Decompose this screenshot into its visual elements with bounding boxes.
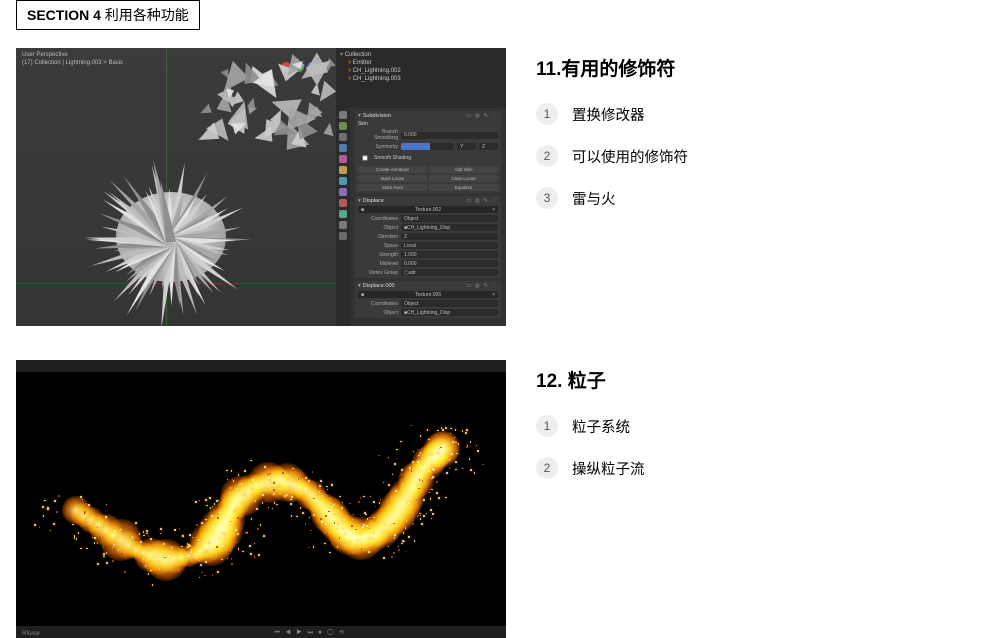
list-item: 1 置换修改器 — [536, 103, 986, 125]
list-label: 粒子系统 — [572, 416, 630, 437]
viewport: User Perspective (17) Collection | Light… — [16, 48, 336, 326]
list-number: 2 — [536, 457, 558, 479]
list-label: 可以使用的修饰符 — [572, 146, 688, 167]
modifier-displace: ▾Displace▭ ◍ ✎ ⋮ ■ Texture.002 × Coordin… — [355, 196, 501, 278]
list-number: 2 — [536, 145, 558, 167]
section-tag: SECTION 4 利用各种功能 — [16, 0, 200, 30]
properties-panel: ▾Subdivision▭ ◍ ✎ ⋮ Skin Branch Smoothin… — [336, 108, 506, 326]
section-label: SECTION 4 — [27, 7, 101, 23]
viewport-label: User Perspective (17) Collection | Light… — [22, 52, 123, 68]
list-label: 操纵粒子流 — [572, 458, 645, 479]
section-title: 利用各种功能 — [105, 7, 189, 23]
outliner: ▾ Collection ▿ Emitter ▿ CH_Lightning.00… — [336, 48, 506, 108]
list-item: 1 粒子系统 — [536, 415, 986, 437]
list-item: 2 操纵粒子流 — [536, 457, 986, 479]
block-heading-12: 12. 粒子 — [536, 366, 986, 393]
list-item: 3 雷与火 — [536, 187, 986, 209]
particle-render: Rforce ⏮ ◀ ▶ ⏭ ⏺ ◯ ⟲ — [16, 360, 506, 638]
playback-icons: ⏮ ◀ ▶ ⏭ ⏺ ◯ ⟲ — [274, 629, 346, 637]
list-number: 1 — [536, 103, 558, 125]
blender-screenshot: User Perspective (17) Collection | Light… — [16, 48, 506, 326]
block-heading-11: 11.有用的修饰符 — [536, 54, 986, 81]
list-number: 1 — [536, 415, 558, 437]
modifier-displace-2: ▾Displace.000▭ ◍ ✎ ⋮ ■ Texture.006 × Coo… — [355, 281, 501, 318]
list-label: 雷与火 — [572, 188, 616, 209]
modifier-subdivision: ▾Subdivision▭ ◍ ✎ ⋮ Skin Branch Smoothin… — [355, 111, 501, 193]
list-number: 3 — [536, 187, 558, 209]
list-label: 置换修改器 — [572, 104, 645, 125]
list-item: 2 可以使用的修饰符 — [536, 145, 986, 167]
